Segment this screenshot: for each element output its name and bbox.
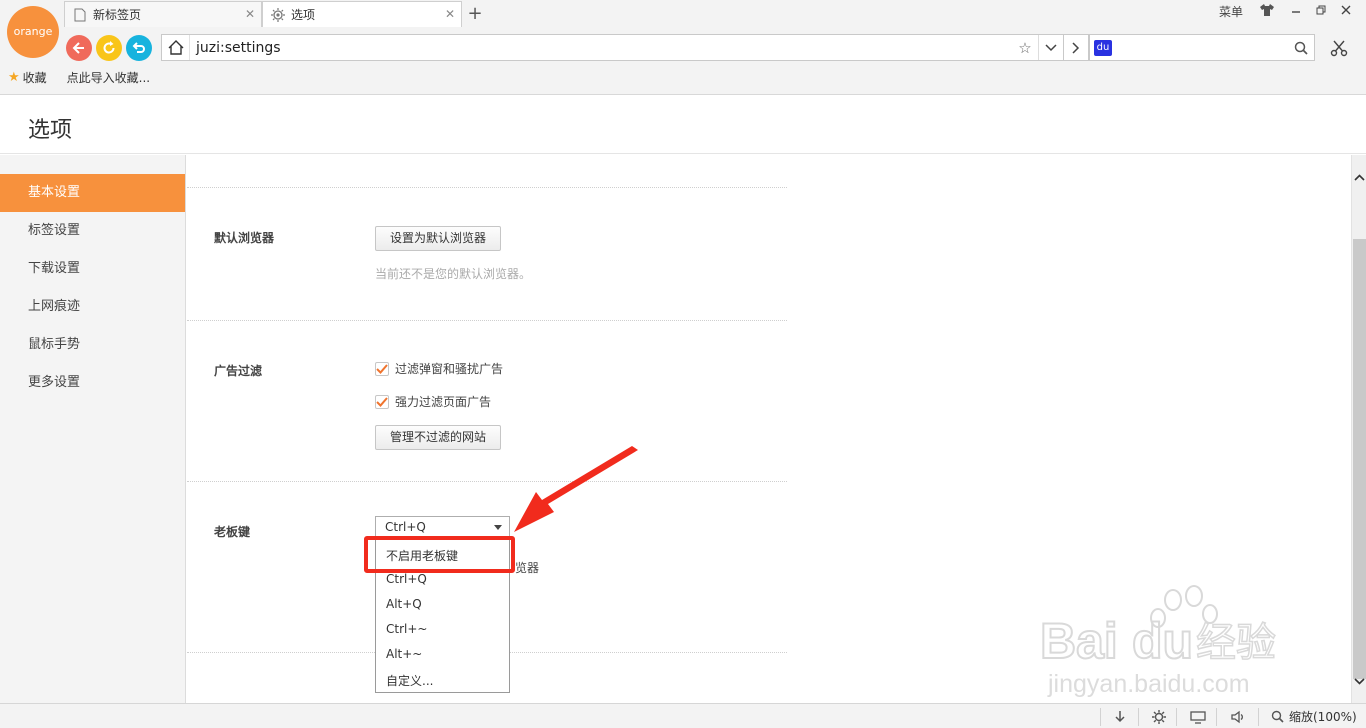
watermark-brand-du: du xyxy=(1132,613,1193,669)
option-ctrl-q[interactable]: Ctrl+Q xyxy=(386,572,427,586)
sidebar-item-basic[interactable]: 基本设置 xyxy=(0,174,185,212)
filter-popups-label: 过滤弹窗和骚扰广告 xyxy=(395,362,504,376)
divider xyxy=(1138,708,1139,726)
tab-new-tab[interactable]: 新标签页 ✕ xyxy=(64,1,262,27)
caret-down-icon xyxy=(494,525,502,530)
zoom-icon xyxy=(1271,710,1284,723)
manage-whitelist-button[interactable]: 管理不过滤的网站 xyxy=(375,425,502,450)
tab-label: 新标签页 xyxy=(93,8,142,22)
close-icon[interactable]: ✕ xyxy=(245,7,255,21)
favorites-bar: ★ 收藏 点此导入收藏... xyxy=(0,66,162,88)
search-icon[interactable] xyxy=(1288,41,1314,55)
sidebar-item-more[interactable]: 更多设置 xyxy=(0,364,185,402)
watermark-brand: Bai xyxy=(1040,613,1118,669)
checkbox-checked[interactable] xyxy=(375,361,389,376)
zoom-control[interactable]: 缩放(100%) xyxy=(1271,708,1357,725)
scroll-down-icon[interactable] xyxy=(1352,673,1366,689)
divider xyxy=(1100,708,1101,726)
skin-icon[interactable] xyxy=(1257,4,1277,22)
undo-close-button[interactable] xyxy=(126,35,152,61)
chevron-down-icon[interactable] xyxy=(1038,35,1062,60)
partial-text-behind-dropdown: 览器 xyxy=(515,561,540,575)
ad-filter-label: 广告过滤 xyxy=(214,364,263,378)
watermark-url: jingyan.baidu.com xyxy=(1047,670,1250,698)
checkmark-icon xyxy=(376,363,388,374)
search-box[interactable]: du xyxy=(1089,34,1315,61)
settings-sidebar: 基本设置 标签设置 下载设置 上网痕迹 鼠标手势 更多设置 xyxy=(0,155,186,703)
zoom-label: 缩放(100%) xyxy=(1289,710,1357,724)
divider xyxy=(187,481,787,482)
screen-icon[interactable] xyxy=(1189,708,1207,726)
chevron-right-icon xyxy=(1072,41,1080,54)
watermark-cn: 经验 xyxy=(1196,620,1276,666)
sidebar-item-history[interactable]: 上网痕迹 xyxy=(0,288,185,326)
url-text[interactable]: juzi:settings xyxy=(190,40,1012,56)
back-arrow-icon xyxy=(72,42,84,54)
set-default-browser-button[interactable]: 设置为默认浏览器 xyxy=(375,226,502,251)
back-button[interactable] xyxy=(66,35,92,61)
scrollbar-thumb[interactable] xyxy=(1353,239,1366,679)
download-icon[interactable] xyxy=(1111,708,1129,726)
favorites-label: 收藏 xyxy=(22,70,47,85)
strong-filter-label: 强力过滤页面广告 xyxy=(395,395,492,409)
sidebar-item-download[interactable]: 下载设置 xyxy=(0,250,185,288)
checkmark-icon xyxy=(376,396,388,407)
home-icon[interactable] xyxy=(162,35,190,60)
page-header: 选项 xyxy=(0,96,1366,154)
filter-popups-checkbox-row[interactable]: 过滤弹窗和骚扰广告 xyxy=(375,360,503,377)
scroll-up-icon[interactable] xyxy=(1352,169,1366,185)
strong-filter-checkbox-row[interactable]: 强力过滤页面广告 xyxy=(375,393,491,410)
option-alt-q[interactable]: Alt+Q xyxy=(386,597,422,611)
browser-logo[interactable]: orange xyxy=(7,6,59,58)
divider xyxy=(187,320,787,321)
page-icon xyxy=(73,8,87,22)
undo-icon xyxy=(132,42,145,53)
gear-icon xyxy=(271,7,285,22)
star-icon[interactable]: ☆ xyxy=(1012,39,1038,57)
sidebar-item-gestures[interactable]: 鼠标手势 xyxy=(0,326,185,364)
option-ctrl-tilde[interactable]: Ctrl+~ xyxy=(386,622,427,636)
minimize-icon[interactable] xyxy=(1286,4,1306,22)
restore-icon[interactable] xyxy=(1311,4,1331,22)
sidebar-item-tabs[interactable]: 标签设置 xyxy=(0,212,185,250)
forward-go-button[interactable] xyxy=(1063,34,1089,61)
import-favorites-link[interactable]: 点此导入收藏... xyxy=(67,69,150,86)
tab-label: 选项 xyxy=(291,8,316,22)
divider xyxy=(1258,708,1259,726)
star-icon: ★ xyxy=(8,69,20,85)
browser-chrome: orange 新标签页 ✕ 选项 ✕ + 菜单 juzi:settings ☆ … xyxy=(0,0,1366,95)
search-input[interactable] xyxy=(1116,35,1288,60)
baidu-jingyan-watermark: Bai du 经验 jingyan.baidu.com xyxy=(1040,585,1277,698)
vertical-scrollbar[interactable] xyxy=(1351,155,1366,703)
status-bar: 缩放(100%) xyxy=(0,703,1366,728)
volume-icon[interactable] xyxy=(1229,708,1247,726)
close-window-icon[interactable] xyxy=(1336,4,1356,22)
refresh-icon xyxy=(103,41,115,54)
option-custom[interactable]: 自定义... xyxy=(386,672,433,689)
default-browser-label: 默认浏览器 xyxy=(214,231,275,245)
page-title: 选项 xyxy=(28,118,73,143)
divider xyxy=(1216,708,1217,726)
address-bar[interactable]: juzi:settings ☆ xyxy=(161,34,1089,61)
boss-key-label: 老板键 xyxy=(214,525,251,539)
menu-button[interactable]: 菜单 xyxy=(1211,4,1251,22)
red-arrow-annotation xyxy=(514,446,638,532)
settings-gear-icon[interactable] xyxy=(1150,708,1168,726)
divider xyxy=(1176,708,1177,726)
tab-options[interactable]: 选项 ✕ xyxy=(262,1,462,27)
divider xyxy=(187,187,787,188)
red-highlight-box xyxy=(364,536,515,573)
favorites-button[interactable]: ★ 收藏 xyxy=(8,69,47,86)
option-alt-tilde[interactable]: Alt+~ xyxy=(386,647,422,661)
default-browser-hint: 当前还不是您的默认浏览器。 xyxy=(375,267,532,281)
boss-key-selected-value: Ctrl+Q xyxy=(385,520,426,534)
baidu-engine-icon[interactable]: du xyxy=(1094,39,1112,56)
new-tab-button[interactable]: + xyxy=(464,4,486,26)
refresh-button[interactable] xyxy=(96,35,122,61)
checkbox-checked[interactable] xyxy=(375,394,389,409)
scissors-icon[interactable] xyxy=(1328,37,1350,59)
close-icon[interactable]: ✕ xyxy=(445,7,455,21)
